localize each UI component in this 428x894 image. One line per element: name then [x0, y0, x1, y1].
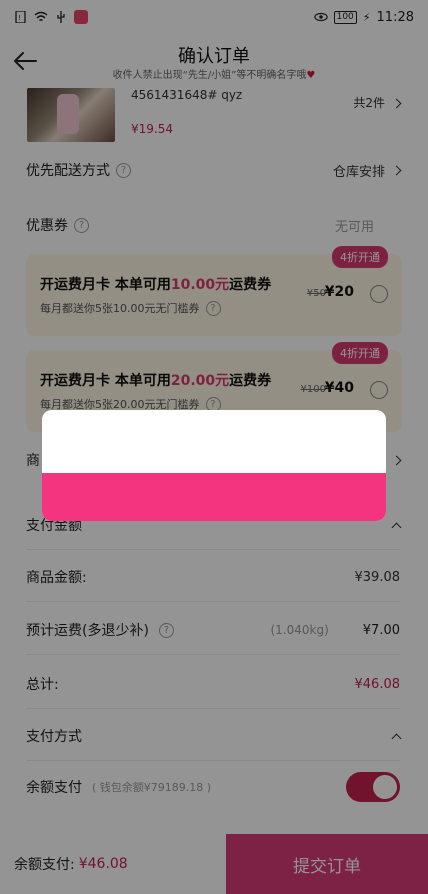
popup-modal[interactable]: [42, 410, 386, 521]
modal-footer-button[interactable]: [42, 473, 386, 521]
modal-body: [42, 410, 386, 473]
